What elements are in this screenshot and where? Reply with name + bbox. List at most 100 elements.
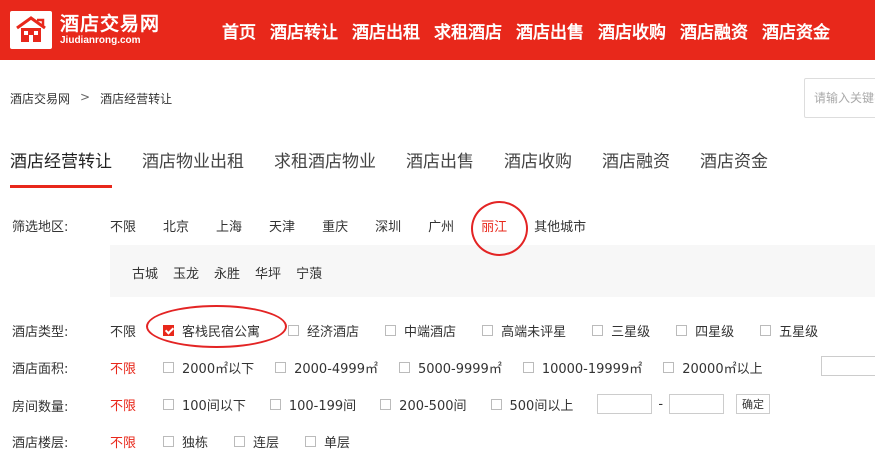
checkbox-checked-icon[interactable] — [163, 325, 175, 336]
checkbox-icon[interactable] — [385, 325, 397, 336]
type-option-inn[interactable]: 客栈民宿公寓 — [163, 321, 260, 340]
rooms-range-max-input[interactable] — [669, 394, 725, 414]
logo-title: 酒店交易网 — [60, 13, 161, 35]
checkbox-icon[interactable] — [522, 362, 534, 373]
type-option-five-star[interactable]: 五星级 — [760, 321, 818, 340]
rooms-range-min-input[interactable] — [597, 394, 653, 414]
breadcrumb-home[interactable]: 酒店交易网 — [10, 90, 70, 107]
type-option-three-star[interactable]: 三星级 — [592, 321, 650, 340]
sub-region-huaping[interactable]: 华坪 — [255, 263, 281, 282]
tab-hotel-sale[interactable]: 酒店出售 — [406, 140, 474, 188]
sub-region-yulong[interactable]: 玉龙 — [173, 263, 199, 282]
region-filter-label: 筛选地区: — [12, 220, 69, 235]
checkbox-icon[interactable] — [305, 436, 317, 447]
area-options: 不限 2000㎡以下 2000-4999㎡ 5000-9999㎡ 10000-1… — [110, 358, 763, 377]
nav-home[interactable]: 首页 — [222, 18, 256, 43]
region-option-guangzhou[interactable]: 广州 — [428, 216, 454, 235]
type-options: 不限 客栈民宿公寓 经济酒店 中端酒店 高端未评星 三星级 四星级 五星级 — [110, 321, 818, 340]
sub-region-panel: 古城 玉龙 永胜 华坪 宁蒗 — [110, 245, 875, 297]
tab-hotel-acquire[interactable]: 酒店收购 — [504, 140, 572, 188]
rooms-range-dash: - — [658, 396, 664, 412]
type-option-economy[interactable]: 经济酒店 — [288, 321, 359, 340]
checkbox-icon[interactable] — [234, 436, 246, 447]
rooms-option-unlimited[interactable]: 不限 — [110, 395, 136, 414]
sub-region-yongsheng[interactable]: 永胜 — [214, 263, 240, 282]
checkbox-icon[interactable] — [163, 436, 175, 447]
nav-hotel-acquire[interactable]: 酒店收购 — [598, 18, 666, 43]
nav-hotel-sale[interactable]: 酒店出售 — [516, 18, 584, 43]
region-option-beijing[interactable]: 北京 — [163, 216, 189, 235]
rooms-option-200-500[interactable]: 200-500间 — [380, 395, 467, 414]
type-option-four-star[interactable]: 四星级 — [676, 321, 734, 340]
checkbox-icon[interactable] — [482, 325, 494, 336]
checkbox-icon[interactable] — [398, 362, 410, 373]
nav-hotel-finance[interactable]: 酒店融资 — [680, 18, 748, 43]
area-option-10000-19999[interactable]: 10000-19999㎡ — [522, 358, 642, 377]
type-option-unlimited[interactable]: 不限 — [110, 321, 136, 340]
area-option-2000-4999[interactable]: 2000-4999㎡ — [275, 358, 378, 377]
region-option-shenzhen[interactable]: 深圳 — [375, 216, 401, 235]
floors-option-standalone[interactable]: 独栋 — [163, 432, 208, 451]
region-option-shanghai[interactable]: 上海 — [216, 216, 242, 235]
sub-region-gucheng[interactable]: 古城 — [132, 263, 158, 282]
area-filter-label: 酒店面积: — [12, 362, 69, 377]
nav-hotel-rent[interactable]: 酒店出租 — [352, 18, 420, 43]
checkbox-icon[interactable] — [380, 398, 392, 410]
floors-option-unlimited[interactable]: 不限 — [110, 432, 136, 451]
checkbox-icon[interactable] — [663, 362, 675, 373]
region-option-tianjin[interactable]: 天津 — [269, 216, 295, 235]
rooms-filter-label: 房间数量: — [12, 400, 69, 415]
tab-wanted-hotel-property[interactable]: 求租酒店物业 — [274, 140, 376, 188]
tab-hotel-funds[interactable]: 酒店资金 — [700, 140, 768, 188]
floors-option-single-floor[interactable]: 单层 — [305, 432, 350, 451]
rooms-confirm-button[interactable]: 确定 — [736, 394, 771, 414]
search-input[interactable] — [805, 79, 875, 117]
region-options: 不限 北京 上海 天津 重庆 深圳 广州 丽江 其他城市 — [110, 216, 613, 235]
breadcrumb-separator: > — [80, 90, 91, 104]
floors-filter-label: 酒店楼层: — [12, 436, 69, 451]
nav-hotel-transfer[interactable]: 酒店转让 — [270, 18, 338, 43]
nav-hotel-funds[interactable]: 酒店资金 — [762, 18, 830, 43]
checkbox-icon[interactable] — [275, 362, 287, 373]
checkbox-icon[interactable] — [490, 398, 502, 410]
nav-wanted-rent[interactable]: 求租酒店 — [434, 18, 502, 43]
logo-mark-icon — [10, 11, 52, 49]
tab-hotel-property-rent[interactable]: 酒店物业出租 — [142, 140, 244, 188]
checkbox-icon[interactable] — [163, 362, 175, 373]
area-option-under-2000[interactable]: 2000㎡以下 — [163, 358, 254, 377]
type-filter-label: 酒店类型: — [12, 325, 69, 340]
checkbox-icon[interactable] — [760, 325, 772, 336]
region-option-lijiang[interactable]: 丽江 — [481, 216, 507, 235]
rooms-option-over-500[interactable]: 500间以上 — [490, 395, 573, 414]
breadcrumb: 酒店交易网 > 酒店经营转让 — [10, 90, 172, 107]
rooms-option-100-199[interactable]: 100-199间 — [269, 395, 356, 414]
floors-options: 不限 独栋 连层 单层 — [110, 432, 350, 451]
checkbox-icon[interactable] — [163, 398, 175, 410]
area-range-min-input[interactable] — [821, 356, 875, 376]
checkbox-icon[interactable] — [288, 325, 300, 336]
region-option-unlimited[interactable]: 不限 — [110, 216, 136, 235]
rooms-option-under-100[interactable]: 100间以下 — [163, 395, 246, 414]
tab-hotel-finance[interactable]: 酒店融资 — [602, 140, 670, 188]
area-option-unlimited[interactable]: 不限 — [110, 358, 136, 377]
breadcrumb-current[interactable]: 酒店经营转让 — [100, 90, 172, 107]
checkbox-icon[interactable] — [269, 398, 281, 410]
rooms-options: 不限 100间以下 100-199间 200-500间 500间以上 - 确定 — [110, 394, 771, 414]
type-option-midscale[interactable]: 中端酒店 — [385, 321, 456, 340]
region-option-other-cities[interactable]: 其他城市 — [534, 216, 586, 235]
region-option-chongqing[interactable]: 重庆 — [322, 216, 348, 235]
tab-hotel-operation-transfer[interactable]: 酒店经营转让 — [10, 140, 112, 188]
sub-region-ninglang[interactable]: 宁蒗 — [296, 263, 322, 282]
floors-option-multi-floor[interactable]: 连层 — [234, 432, 279, 451]
site-logo[interactable]: 酒店交易网 Jiudianrong.com — [10, 10, 160, 50]
type-option-upscale-unrated[interactable]: 高端未评星 — [482, 321, 566, 340]
area-option-5000-9999[interactable]: 5000-9999㎡ — [398, 358, 502, 377]
checkbox-icon[interactable] — [592, 325, 604, 336]
checkbox-icon[interactable] — [676, 325, 688, 336]
sub-region-options: 古城 玉龙 永胜 华坪 宁蒗 — [132, 263, 337, 282]
top-header: 酒店交易网 Jiudianrong.com 首页 酒店转让 酒店出租 求租酒店 … — [0, 0, 875, 60]
logo-domain: Jiudianrong.com — [60, 35, 141, 46]
area-option-over-20000[interactable]: 20000㎡以上 — [663, 358, 763, 377]
main-nav: 首页 酒店转让 酒店出租 求租酒店 酒店出售 酒店收购 酒店融资 酒店资金 — [222, 0, 844, 60]
search-box — [804, 78, 875, 118]
